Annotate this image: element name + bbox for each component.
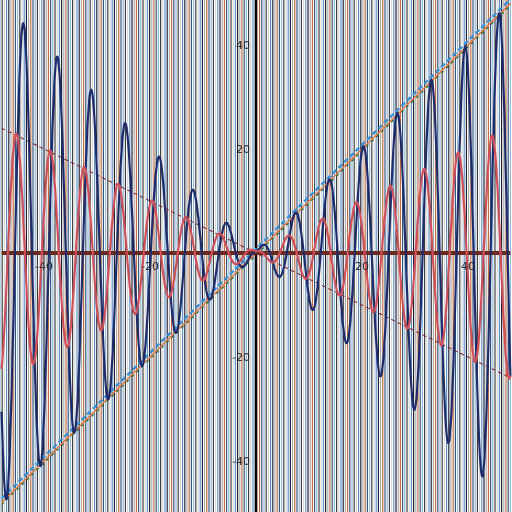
y-tick-label: 40 xyxy=(236,39,250,52)
x-tick-label: -40 xyxy=(35,260,53,273)
y-tick-label: -40 xyxy=(232,455,250,468)
x-tick-label: 20 xyxy=(355,260,369,273)
y-tick-label: 20 xyxy=(236,143,250,156)
y-tick-label: -20 xyxy=(232,351,250,364)
chart: -40 -20 20 40 40 20 -20 -40 xyxy=(0,0,512,512)
x-tick-label: -20 xyxy=(141,260,159,273)
x-tick-label: 40 xyxy=(461,260,475,273)
